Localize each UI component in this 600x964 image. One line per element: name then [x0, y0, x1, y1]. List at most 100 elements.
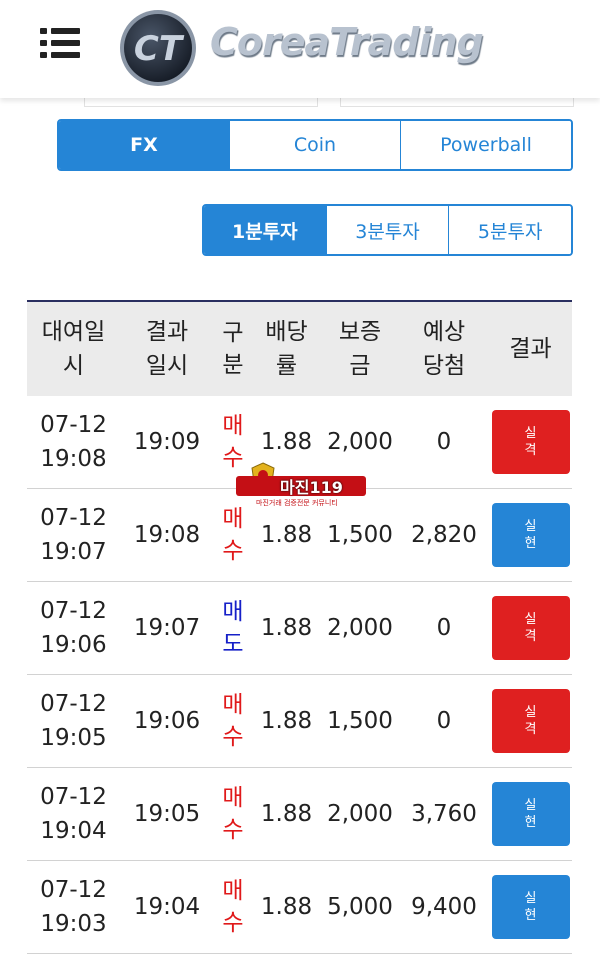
cell-result: 실격	[489, 674, 572, 768]
cell-deposit: 2,000	[321, 767, 399, 861]
col-header-expected: 예상당첨	[399, 302, 489, 396]
cell-result-time: 19:05	[120, 767, 214, 861]
tab-powerball[interactable]: Powerball	[400, 121, 571, 169]
col-header-label: 예상당첨	[422, 319, 466, 379]
cell-result-time: 19:06	[120, 674, 214, 768]
rent-time: 19:05	[40, 725, 107, 751]
col-header-result: 결과	[489, 302, 572, 396]
cell-result: 실격	[489, 396, 572, 489]
rent-date: 07-12	[40, 598, 107, 624]
col-header-rate: 배당률	[252, 302, 321, 396]
cell-type: 매도	[214, 581, 252, 675]
rent-date: 07-12	[40, 784, 107, 810]
result-button[interactable]: 실격	[491, 689, 570, 753]
rent-date: 07-12	[40, 877, 107, 903]
result-button[interactable]: 실격	[491, 410, 570, 474]
cell-result-time: 19:07	[120, 581, 214, 675]
result-label: 실격	[524, 612, 537, 644]
type-label: 매수	[222, 877, 244, 936]
tab-3min[interactable]: 3분투자	[325, 206, 449, 254]
table-row: 07-12 19:05 19:06 매수 1.88 1,500 0 실격	[27, 674, 572, 768]
rent-time: 19:08	[40, 446, 107, 472]
col-header-deposit: 보증금	[321, 302, 399, 396]
col-header-label: 결과일시	[145, 319, 189, 379]
result-label: 실현	[524, 519, 537, 551]
logo-emblem-text: CT	[134, 29, 185, 69]
rent-time: 19:07	[40, 539, 107, 565]
menu-row	[40, 52, 80, 58]
result-button[interactable]: 실현	[491, 782, 570, 846]
cell-rent-time: 07-12 19:05	[27, 674, 120, 768]
cell-deposit: 1,500	[321, 674, 399, 768]
rent-time: 19:04	[40, 818, 107, 844]
table-header-row: 대여일시 결과일시 구분 배당률 보증금 예상당첨 결과	[27, 302, 572, 396]
result-button[interactable]: 실현	[491, 503, 570, 567]
col-header-label: 구분	[222, 319, 244, 378]
watermark-title: 마진119	[280, 478, 343, 497]
result-label: 실격	[524, 426, 537, 458]
tab-fx[interactable]: FX	[59, 121, 229, 169]
result-button[interactable]: 실현	[491, 875, 570, 939]
cell-rent-time: 07-12 19:08	[27, 396, 120, 489]
result-label: 실현	[524, 891, 537, 923]
cell-deposit: 2,000	[321, 581, 399, 675]
cell-result-time: 19:09	[120, 396, 214, 489]
cell-rent-time: 07-12 19:03	[27, 860, 120, 954]
cell-result: 실현	[489, 767, 572, 861]
cell-rate: 1.88	[252, 674, 321, 768]
cell-rent-time: 07-12 19:04	[27, 767, 120, 861]
tab-5min[interactable]: 5분투자	[448, 206, 571, 254]
cell-rate: 1.88	[252, 860, 321, 954]
table-row: 07-12 19:06 19:07 매도 1.88 2,000 0 실격	[27, 581, 572, 675]
type-label: 매수	[222, 505, 244, 564]
cell-deposit: 5,000	[321, 860, 399, 954]
cell-type: 매수	[214, 860, 252, 954]
rent-time: 19:06	[40, 632, 107, 658]
result-label: 실격	[524, 705, 537, 737]
result-button[interactable]: 실격	[491, 596, 570, 660]
table-row: 07-12 19:03 19:04 매수 1.88 5,000 9,400 실현	[27, 860, 572, 954]
table-row: 07-12 19:04 19:05 매수 1.88 2,000 3,760 실현	[27, 767, 572, 861]
history-table: 대여일시 결과일시 구분 배당률 보증금 예상당첨 결과 07-12 19:08 …	[27, 300, 572, 954]
cell-expected: 0	[399, 396, 489, 489]
type-label: 매도	[222, 598, 244, 657]
col-header-label: 대여일시	[41, 319, 106, 379]
watermark-logo: 마진119 마진거래 검증전문 커뮤니티	[236, 462, 366, 507]
menu-row	[40, 40, 80, 46]
cell-expected: 0	[399, 581, 489, 675]
watermark-subtitle: 마진거래 검증전문 커뮤니티	[256, 499, 338, 507]
cell-type: 매수	[214, 674, 252, 768]
cell-rent-time: 07-12 19:07	[27, 488, 120, 582]
menu-row	[40, 28, 80, 34]
type-label: 매수	[222, 784, 244, 843]
tab-coin[interactable]: Coin	[229, 121, 400, 169]
cell-rent-time: 07-12 19:06	[27, 581, 120, 675]
cell-rate: 1.88	[252, 767, 321, 861]
cell-result: 실현	[489, 860, 572, 954]
col-header-type: 구분	[214, 302, 252, 396]
cell-rate: 1.88	[252, 581, 321, 675]
cell-expected: 3,760	[399, 767, 489, 861]
cell-result: 실현	[489, 488, 572, 582]
cell-expected: 0	[399, 674, 489, 768]
col-header-rent-time: 대여일시	[27, 302, 120, 396]
type-label: 매수	[222, 691, 244, 750]
cell-result-time: 19:04	[120, 860, 214, 954]
cell-expected: 9,400	[399, 860, 489, 954]
col-header-label: 결과	[509, 336, 552, 362]
market-tabs: FX Coin Powerball	[57, 119, 573, 171]
rent-date: 07-12	[40, 691, 107, 717]
tab-1min[interactable]: 1분투자	[204, 206, 326, 254]
rent-date: 07-12	[40, 412, 107, 438]
result-label: 실현	[524, 798, 537, 830]
col-header-label: 배당률	[265, 319, 308, 379]
cell-type: 매수	[214, 767, 252, 861]
logo-emblem[interactable]: CT	[118, 8, 198, 88]
col-header-label: 보증금	[338, 319, 382, 379]
rent-time: 19:03	[40, 911, 107, 937]
rent-date: 07-12	[40, 505, 107, 531]
hamburger-menu-icon[interactable]	[40, 24, 82, 62]
cell-result-time: 19:08	[120, 488, 214, 582]
col-header-result-time: 결과일시	[120, 302, 214, 396]
logo-text[interactable]: CoreaTrading	[210, 20, 484, 64]
